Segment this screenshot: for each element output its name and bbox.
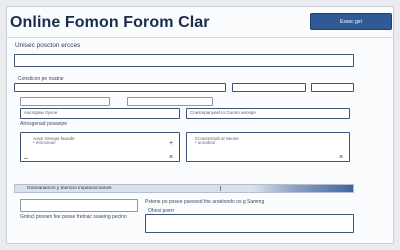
left-panel-dash-icon: – — [24, 155, 28, 162]
header-action-button[interactable]: Exsec get — [310, 13, 392, 30]
primary-input[interactable] — [14, 54, 354, 67]
left-panel-line2: • etmoseae — [33, 140, 56, 145]
section-bar-accent — [253, 185, 353, 192]
field3-input[interactable]: Aacrspaw rtysoe — [20, 108, 180, 119]
field3-label: Atrosgenad posavipe — [20, 121, 67, 127]
field1-label: Consticon pe nsatne — [18, 76, 64, 82]
bottom-left-input[interactable] — [20, 199, 138, 212]
field1-input-tertiary[interactable] — [311, 83, 354, 92]
bottom-right-input[interactable] — [145, 214, 354, 233]
bottom-right-label: Pstene po posee psessed fne aroetondo os… — [145, 199, 265, 205]
section-bar-divider — [220, 186, 221, 191]
row2-right-input[interactable] — [127, 97, 213, 106]
left-panel-close-icon[interactable]: × — [169, 154, 173, 161]
right-panel-line2: • annabtol — [195, 140, 216, 145]
right-panel[interactable]: Ccnesminalt ar tteone • annabtol × — [186, 132, 350, 162]
bottom-left-label: Gntocl pnsoen fee posse fretnac ssaeing … — [20, 214, 127, 220]
right-panel-close-icon[interactable]: × — [339, 154, 343, 161]
section-heading: Unisec poscton ercces — [15, 42, 81, 49]
field1-input-secondary[interactable] — [232, 83, 306, 92]
left-panel-add-icon[interactable]: + — [169, 140, 173, 147]
header-divider — [6, 37, 394, 38]
left-panel[interactable]: Aoxe Grenpe faonde • etmoseae + – × — [20, 132, 180, 162]
field3-input-right[interactable]: Cnesmpanyael to Guono eecepe — [186, 108, 350, 119]
row2-left-input[interactable] — [20, 97, 110, 106]
field1-input[interactable] — [14, 83, 226, 92]
field3-input-right-text: Cnesmpanyael to Guono eecepe — [190, 110, 256, 115]
field3-input-text: Aacrspaw rtysoe — [24, 110, 58, 115]
section-bar-label: Gosnanancrs y tnenoro impascecnanes — [27, 186, 112, 191]
form-title: Online Fomon Forom Clar — [10, 14, 210, 31]
section-bar: Gosnanancrs y tnenoro impascecnanes — [14, 184, 354, 193]
